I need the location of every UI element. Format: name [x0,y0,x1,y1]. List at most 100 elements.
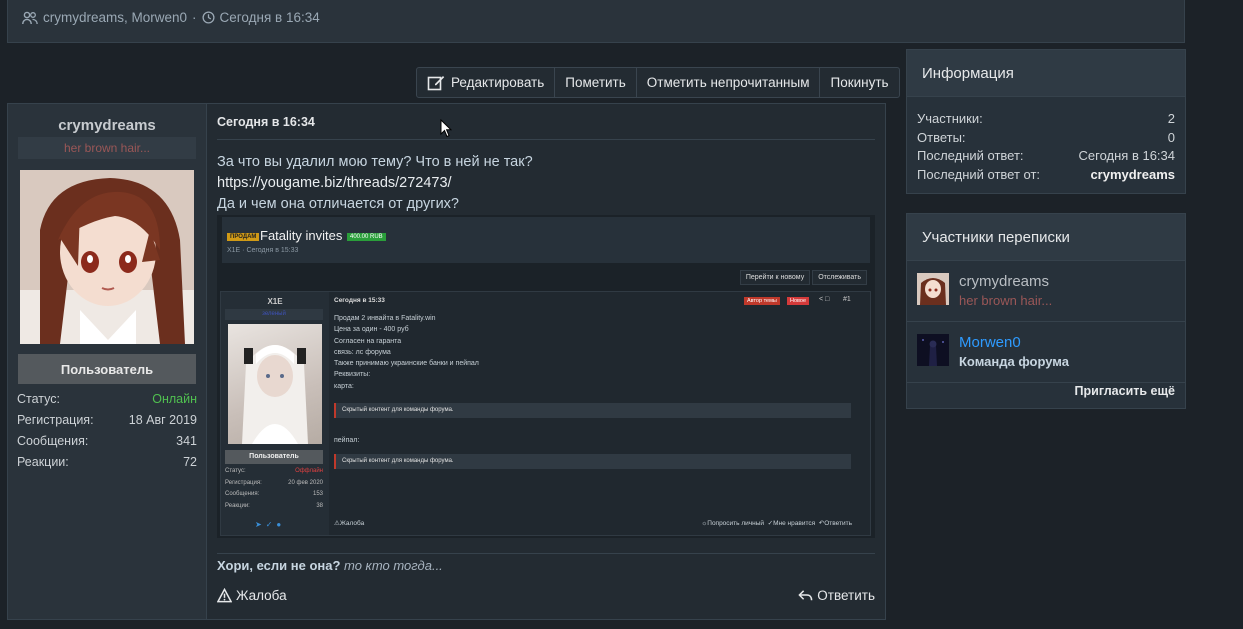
report-link[interactable]: Жалоба [217,588,287,603]
edit-button[interactable]: Редактировать [417,68,556,97]
signature-bold: Хори, если не она? [217,558,341,573]
embedded-stat-label: Регистрация: [225,479,262,486]
invite-more-link[interactable]: Пригласить ещё [1075,384,1175,398]
stat-value: Онлайн [152,391,197,406]
embedded-line: связь: лс форума [334,348,391,356]
message-user-cell: crymydreams her brown hair... Пользовате… [8,104,207,619]
clock-icon [201,11,215,24]
embedded-meta: X1E · Сегодня в 15:33 [227,247,299,254]
signature: Хори, если не она? то кто тогда... [217,558,443,573]
participant-title: Команда форума [959,354,1069,369]
embedded-price-tag: 400.00 RUB [347,233,386,241]
thread-meta: crymydreams, Morwen0 · Сегодня в 16:34 [22,10,320,25]
participant-name[interactable]: crymydreams [959,273,1049,290]
warning-icon [217,588,232,603]
embedded-pm: Попросить личный [707,520,765,527]
message-body: За что вы удалил мою тему? Что в ней не … [217,152,533,215]
info-panel-title: Информация [907,50,1185,97]
stat-registration: Регистрация: 18 Авг 2019 [17,409,197,430]
embedded-report: ⚠Жалоба [334,520,365,527]
message-line: За что вы удалил мою тему? Что в ней не … [217,154,533,170]
info-label: Последний ответ: [917,148,1024,163]
embedded-watch: Отслеживать [812,270,867,285]
signature-italic: то кто тогда... [344,558,443,573]
reply-button[interactable]: Ответить [798,588,875,603]
author-title: her brown hair... [18,137,196,159]
stat-value[interactable]: 341 [176,434,197,448]
embedded-top-buttons: Перейти к новому Отслеживать [739,270,867,285]
participant-name[interactable]: Morwen0 [959,334,1021,351]
embedded-go-new: Перейти к новому [739,270,811,285]
embedded-new-badge: Новое [787,297,810,305]
embedded-stat-label: Реакции: [225,502,250,509]
embedded-stat-label: Сообщения: [225,491,260,497]
participant-avatar-image [917,273,949,305]
participant-title: her brown hair... [959,293,1053,308]
mark-unread-button[interactable]: Отметить непрочитанным [637,68,821,97]
info-label: Ответы: [917,129,966,145]
reply-icon [798,590,813,601]
participant-avatar-image [917,334,949,366]
anime-avatar-image [20,170,194,344]
message-line: Да и чем она отличается от других? [217,196,459,212]
stat-value: 72 [183,454,197,469]
embedded-post: X1E зеленый Пользователь Статус: Оффлайн… [220,291,871,536]
embedded-user-cell: X1E зеленый Пользователь Статус: Оффлайн… [221,292,329,535]
thread-participants[interactable]: crymydreams, Morwen0 [43,10,187,25]
stat-label: Реакции: [17,454,69,469]
author-avatar[interactable] [20,170,194,344]
stat-label: Регистрация: [17,412,94,427]
info-row-last-reply: Последний ответ: Сегодня в 16:34 [917,148,1175,167]
embedded-user-banner: Пользователь [225,450,323,464]
reply-label: Ответить [817,588,875,603]
report-label: Жалоба [236,588,287,603]
embedded-hidden-content: Скрытый контент для команды форума. [334,454,851,469]
mark-button[interactable]: Пометить [555,68,637,97]
info-label: Участники: [917,111,983,126]
participant-avatar[interactable] [917,334,949,366]
author-stats: Статус: Онлайн Регистрация: 18 Авг 2019 Со… [17,388,197,472]
info-row-participants: Участники: 2 [917,111,1175,130]
info-value: 2 [1167,111,1175,126]
embedded-header: ПРОДАМ Fatality invites 400.00 RUB X1E ·… [222,217,870,263]
embedded-line: карта: [334,382,354,390]
stat-messages: Сообщения: 341 [17,430,197,451]
stat-label: Статус: [17,391,60,406]
thread-link[interactable]: https://yougame.biz/threads/272473/ [217,173,533,194]
info-value[interactable]: Сегодня в 16:34 [1079,148,1175,167]
embedded-post-body: Сегодня в 15:33 Продам 2 инвайта в Fatal… [334,297,864,394]
embedded-paypal-line: пейпал: [334,437,360,444]
embedded-title: Fatality invites [260,228,343,243]
embedded-line: Также принимаю украинские банки и пейпал [334,360,479,368]
participant-item[interactable]: Morwen0 Команда форума [907,322,1185,383]
message-content: Сегодня в 16:34 За что вы удалил мою тем… [208,104,885,619]
info-label: Последний ответ от: [917,166,1041,182]
post-date[interactable]: Сегодня в 16:34 [217,115,315,129]
participant-avatar[interactable] [917,273,949,305]
doll-avatar-image [242,345,308,444]
participants-panel-title: Участники переписки [907,214,1185,261]
stat-reactions: Реакции: 72 [17,451,197,472]
embedded-line: Реквизиты: [334,371,371,379]
leave-button[interactable]: Покинуть [820,68,898,97]
embedded-screenshot[interactable]: ПРОДАМ Fatality invites 400.00 RUB X1E ·… [217,215,875,538]
users-icon [22,11,38,24]
info-row-replies: Ответы: 0 [917,130,1175,149]
stat-label: Сообщения: [17,433,89,448]
embedded-social-icons: ➤✓● [255,520,286,529]
info-value[interactable]: crymydreams [1090,167,1175,186]
embedded-user-name: X1E [267,297,283,306]
embedded-report-label: Жалоба [339,520,365,527]
participant-item[interactable]: crymydreams her brown hair... [907,261,1185,322]
embedded-user-stats: Статус: Оффлайн Регистрация: 20 фев 2020 С… [225,468,323,514]
embedded-line: Цена за один - 400 руб [334,326,409,334]
author-name[interactable]: crymydreams [18,117,196,134]
info-row-last-reply-by: Последний ответ от: crymydreams [917,167,1175,186]
thread-date[interactable]: Сегодня в 16:34 [220,10,320,25]
embedded-hidden-content: Скрытый контент для команды форума. [334,403,851,418]
embedded-author-badge: Автор темы [744,297,780,305]
embedded-line: Продам 2 инвайта в Fatality.win [334,315,436,322]
embedded-stat-label: Статус: [225,468,246,474]
embedded-prefix-tag: ПРОДАМ [227,233,260,241]
embedded-like: Мне нравится [773,520,816,527]
